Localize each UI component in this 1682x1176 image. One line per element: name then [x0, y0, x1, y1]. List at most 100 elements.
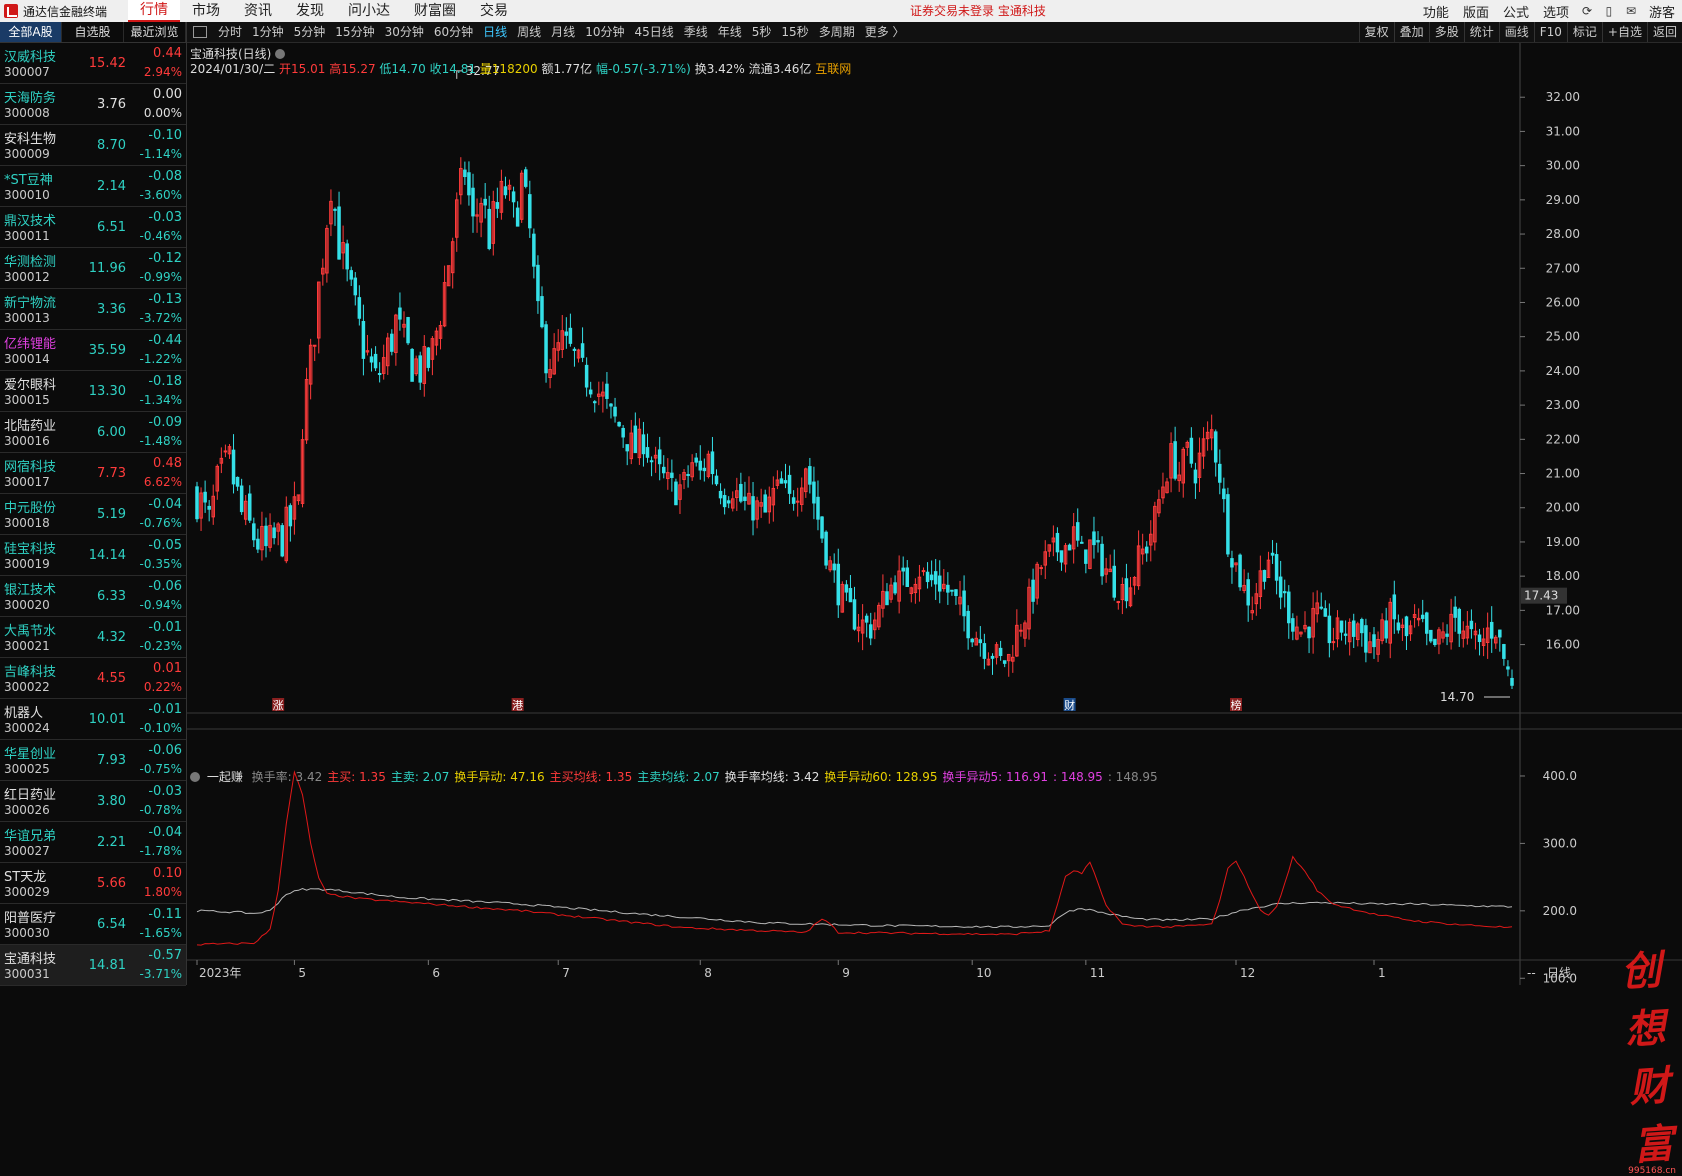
chart-menu-icon[interactable]: [275, 49, 286, 59]
stock-row[interactable]: 汉威科技 300007 15.42 0.44 2.94%: [0, 43, 186, 84]
period-button-8[interactable]: 月线: [546, 22, 580, 42]
chart-tool-6[interactable]: 标记: [1566, 22, 1602, 42]
stock-row[interactable]: 阳普医疗 300030 6.54 -0.11 -1.65%: [0, 904, 186, 945]
event-marker-label: 财: [1064, 698, 1075, 712]
chart-tool-8[interactable]: 返回: [1646, 22, 1682, 42]
stock-row[interactable]: 华谊兄弟 300027 2.21 -0.04 -1.78%: [0, 822, 186, 863]
mail-icon[interactable]: ✉: [1620, 4, 1642, 18]
chart-tool-0[interactable]: 复权: [1358, 22, 1394, 42]
candle-body: [398, 307, 402, 320]
period-button-14[interactable]: 15秒: [776, 22, 813, 42]
period-button-2[interactable]: 5分钟: [289, 22, 331, 42]
stock-row[interactable]: 新宁物流 300013 3.36 -0.13 -3.72%: [0, 289, 186, 330]
menu-item-6[interactable]: 交易: [468, 0, 520, 22]
stock-price: 3.36: [97, 302, 126, 317]
period-button-4[interactable]: 30分钟: [380, 22, 429, 42]
stock-row[interactable]: 华星创业 300025 7.93 -0.06 -0.75%: [0, 740, 186, 781]
stock-code: 300031: [4, 967, 50, 981]
stock-code: 300012: [4, 270, 50, 284]
period-button-0[interactable]: 分时: [213, 22, 247, 42]
left-tab-1[interactable]: 自选股: [62, 22, 124, 42]
candle-body: [1262, 569, 1267, 582]
indicator-menu-icon[interactable]: [190, 772, 200, 782]
period-button-16[interactable]: 更多 〉: [860, 22, 910, 42]
candle-body: [1274, 554, 1279, 581]
stock-row[interactable]: ST天龙 300029 5.66 0.10 1.80%: [0, 863, 186, 904]
candle-body: [1218, 463, 1222, 483]
menu-item-0[interactable]: 行情: [128, 0, 180, 22]
quote-volume: 量118200: [479, 62, 538, 76]
period-button-7[interactable]: 周线: [512, 22, 546, 42]
stock-row[interactable]: 网宿科技 300017 7.73 0.48 6.62%: [0, 453, 186, 494]
stock-price: 10.01: [88, 712, 126, 727]
menu-item-3[interactable]: 发现: [284, 0, 336, 22]
candle-body: [905, 567, 910, 588]
guest-label[interactable]: 游客: [1642, 2, 1682, 21]
stock-row[interactable]: 红日药业 300026 3.80 -0.03 -0.78%: [0, 781, 186, 822]
period-button-12[interactable]: 年线: [713, 22, 747, 42]
stock-row[interactable]: 北陆药业 300016 6.00 -0.09 -1.48%: [0, 412, 186, 453]
candle-body: [868, 624, 873, 639]
chart-tool-3[interactable]: 统计: [1463, 22, 1499, 42]
stock-row[interactable]: 机器人 300024 10.01 -0.01 -0.10%: [0, 699, 186, 740]
period-button-13[interactable]: 5秒: [747, 22, 777, 42]
period-button-11[interactable]: 季线: [679, 22, 713, 42]
turnover-ma-line: [196, 887, 1513, 929]
stock-row[interactable]: 中元股份 300018 5.19 -0.04 -0.76%: [0, 494, 186, 535]
left-tab-0[interactable]: 全部A股: [0, 22, 62, 42]
chart-tool-7[interactable]: +自选: [1601, 22, 1647, 42]
phone-icon[interactable]: ▯: [1598, 4, 1620, 18]
stock-row[interactable]: 吉峰科技 300022 4.55 0.01 0.22%: [0, 658, 186, 699]
right-menu-item-1[interactable]: 版面: [1456, 2, 1496, 21]
stock-row[interactable]: 大禹节水 300021 4.32 -0.01 -0.23%: [0, 617, 186, 658]
candle-body: [791, 497, 796, 504]
sync-icon[interactable]: ⟳: [1576, 4, 1598, 18]
menu-item-1[interactable]: 市场: [180, 0, 232, 22]
menu-item-4[interactable]: 问小达: [336, 0, 402, 22]
chart-tool-5[interactable]: F10: [1533, 22, 1567, 42]
right-menu-item-3[interactable]: 选项: [1536, 2, 1576, 21]
login-notice[interactable]: 证券交易未登录 宝通科技: [910, 0, 1046, 22]
chart-tool-2[interactable]: 多股: [1428, 22, 1464, 42]
period-button-15[interactable]: 多周期: [814, 22, 860, 42]
stock-row[interactable]: 爱尔眼科 300015 13.30 -0.18 -1.34%: [0, 371, 186, 412]
stock-row[interactable]: 安科生物 300009 8.70 -0.10 -1.14%: [0, 125, 186, 166]
right-menu-item-0[interactable]: 功能: [1416, 2, 1456, 21]
period-button-1[interactable]: 1分钟: [247, 22, 289, 42]
quote-sector-tag[interactable]: 互联网: [815, 62, 851, 76]
stock-name: 大禹节水: [4, 624, 57, 639]
stock-row[interactable]: 华测检测 300012 11.96 -0.12 -0.99%: [0, 248, 186, 289]
period-button-9[interactable]: 10分钟: [580, 22, 629, 42]
menu-item-2[interactable]: 资讯: [232, 0, 284, 22]
candle-body: [714, 475, 719, 485]
stock-row[interactable]: 银江技术 300020 6.33 -0.06 -0.94%: [0, 576, 186, 617]
right-menu-item-2[interactable]: 公式: [1496, 2, 1536, 21]
stock-name: 宝通科技: [4, 952, 57, 967]
stock-row[interactable]: 宝通科技 300031 14.81 -0.57 -3.71%: [0, 945, 186, 986]
period-button-5[interactable]: 60分钟: [429, 22, 478, 42]
period-button-3[interactable]: 15分钟: [330, 22, 379, 42]
price-tick-label: 24.00: [1546, 364, 1580, 378]
kline-chart[interactable]: 16.00 17.00 18.00 19.00 20.00 21.00 22.00 23.00…: [187, 43, 1682, 985]
stock-name: 华测检测: [4, 255, 57, 270]
stock-change: -0.06: [148, 579, 182, 594]
candle-body: [820, 516, 824, 539]
stock-row[interactable]: *ST豆神 300010 2.14 -0.08 -3.60%: [0, 166, 186, 207]
stock-row[interactable]: 天海防务 300008 3.76 0.00 0.00%: [0, 84, 186, 125]
chart-tool-1[interactable]: 叠加: [1393, 22, 1429, 42]
stock-change: -0.06: [148, 743, 182, 758]
period-button-6[interactable]: 日线: [478, 22, 512, 42]
candle-body: [1319, 606, 1323, 609]
candle-body: [1372, 634, 1376, 648]
chart-tool-4[interactable]: 画线: [1498, 22, 1534, 42]
candle-body: [933, 571, 938, 585]
left-tab-2[interactable]: 最近浏览: [124, 22, 186, 42]
stock-row[interactable]: 硅宝科技 300019 14.14 -0.05 -0.35%: [0, 535, 186, 576]
stock-change: -0.01: [148, 620, 182, 635]
panel-toggle-icon[interactable]: [193, 26, 207, 38]
indicator-name[interactable]: 一起赚: [207, 770, 243, 784]
stock-row[interactable]: 亿纬锂能 300014 35.59 -0.44 -1.22%: [0, 330, 186, 371]
period-button-10[interactable]: 45日线: [629, 22, 678, 42]
stock-row[interactable]: 鼎汉技术 300011 6.51 -0.03 -0.46%: [0, 207, 186, 248]
menu-item-5[interactable]: 财富圈: [402, 0, 468, 22]
